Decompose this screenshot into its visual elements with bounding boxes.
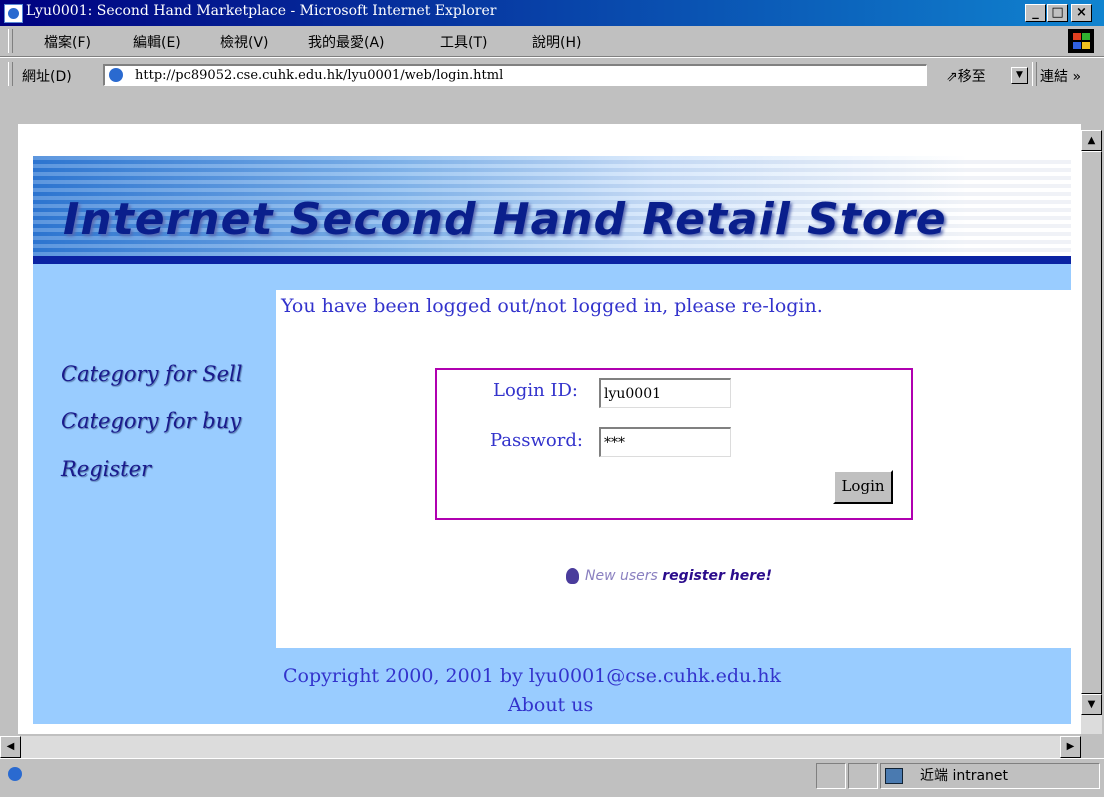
- toolbar-grip[interactable]: [1032, 62, 1037, 86]
- menu-file[interactable]: 檔案(F): [44, 32, 91, 52]
- menu-help[interactable]: 說明(H): [532, 32, 581, 52]
- window-title: Lyu0001: Second Hand Marketplace - Micro…: [26, 3, 497, 19]
- close-button[interactable]: ×: [1071, 4, 1092, 22]
- status-bar: 近端 intranet: [0, 758, 1104, 797]
- horizontal-scrollbar[interactable]: ◀ ▶: [0, 736, 1081, 758]
- status-main-pane: [2, 763, 814, 789]
- windows-logo-icon: [1068, 29, 1094, 53]
- menu-view[interactable]: 檢視(V): [220, 32, 269, 52]
- nav-register[interactable]: Register: [61, 457, 151, 481]
- address-input[interactable]: http://pc89052.cse.cuhk.edu.hk/lyu0001/w…: [103, 64, 1028, 86]
- title-bar: Lyu0001: Second Hand Marketplace - Micro…: [0, 0, 1104, 26]
- browser-viewport: Internet Second Hand Retail Store You ha…: [0, 92, 1104, 736]
- status-zone-text: 近端 intranet: [920, 768, 1009, 784]
- new-users-text: New users: [585, 568, 658, 584]
- ie-page-icon: [109, 68, 123, 82]
- site-banner: Internet Second Hand Retail Store: [33, 156, 1071, 264]
- menu-edit[interactable]: 編輯(E): [133, 32, 181, 52]
- scroll-left-icon[interactable]: ◀: [0, 736, 21, 758]
- login-id-field[interactable]: [599, 378, 731, 408]
- go-button[interactable]: ⇗移至: [946, 66, 986, 86]
- ie-status-icon: [8, 767, 22, 781]
- bulb-icon: [566, 568, 579, 584]
- dropdown-arrow-icon[interactable]: ▼: [1011, 67, 1028, 84]
- scroll-down-icon[interactable]: ▼: [1081, 694, 1102, 715]
- status-pane-3: [848, 763, 878, 789]
- password-label: Password:: [490, 430, 583, 451]
- status-pane-2: [816, 763, 846, 789]
- footer-copyright: Copyright 2000, 2001 by lyu0001@cse.cuhk…: [283, 665, 782, 687]
- scrollbar-corner: [1081, 736, 1102, 758]
- vertical-scrollbar[interactable]: ▲ ▼: [1081, 130, 1102, 734]
- address-label: 網址(D): [22, 69, 72, 85]
- links-button[interactable]: 連結 »: [1040, 66, 1081, 86]
- banner-title: Internet Second Hand Retail Store: [63, 194, 947, 245]
- menu-tools[interactable]: 工具(T): [440, 32, 487, 52]
- login-button[interactable]: Login: [833, 470, 893, 504]
- footer-about-link[interactable]: About us: [508, 694, 593, 716]
- logout-message: You have been logged out/not logged in, …: [281, 295, 823, 317]
- address-bar: 網址(D) http://pc89052.cse.cuhk.edu.hk/lyu…: [0, 57, 1104, 93]
- menu-bar: 檔案(F) 編輯(E) 檢視(V) 我的最愛(A) 工具(T) 說明(H): [0, 26, 1104, 57]
- nav-category-buy[interactable]: Category for buy: [61, 409, 241, 433]
- minimize-button[interactable]: _: [1025, 4, 1046, 22]
- nav-category-sell[interactable]: Category for Sell: [61, 362, 243, 386]
- toolbar-grip[interactable]: [8, 62, 13, 86]
- page-content: Internet Second Hand Retail Store You ha…: [18, 124, 1081, 734]
- scroll-up-icon[interactable]: ▲: [1081, 130, 1102, 151]
- scroll-right-icon[interactable]: ▶: [1060, 736, 1081, 758]
- login-id-label: Login ID:: [493, 380, 578, 401]
- vertical-scroll-thumb[interactable]: [1081, 151, 1102, 694]
- register-here-text[interactable]: register here!: [662, 568, 772, 584]
- password-field[interactable]: [599, 427, 731, 457]
- new-users-register-link[interactable]: New users register here!: [566, 568, 772, 584]
- menu-favorites[interactable]: 我的最愛(A): [308, 32, 385, 52]
- banner-rule: [33, 256, 1071, 264]
- ie-app-icon[interactable]: [4, 4, 23, 23]
- toolbar-grip[interactable]: [8, 29, 13, 53]
- address-url[interactable]: http://pc89052.cse.cuhk.edu.hk/lyu0001/w…: [135, 68, 503, 83]
- maximize-button[interactable]: □: [1047, 4, 1068, 22]
- intranet-icon: [885, 768, 903, 784]
